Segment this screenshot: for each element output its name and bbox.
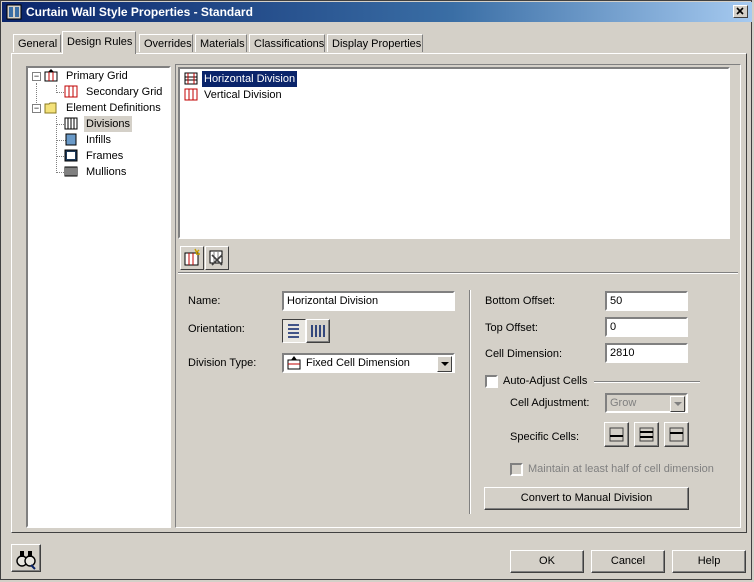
specific-cells-end-button[interactable] bbox=[664, 422, 689, 447]
cancel-button[interactable]: Cancel bbox=[591, 550, 665, 573]
style-browser-button[interactable] bbox=[11, 544, 41, 572]
tab-label: Classifications bbox=[254, 38, 325, 50]
list-item-label: Vertical Division bbox=[204, 89, 282, 101]
tree-item-mullions[interactable]: Mullions bbox=[64, 164, 154, 180]
cell-adjustment-value: Grow bbox=[610, 397, 637, 409]
collapse-icon[interactable]: − bbox=[32, 104, 41, 113]
tree-item-label: Mullions bbox=[86, 166, 127, 178]
bottom-offset-input[interactable]: 50 bbox=[605, 291, 688, 311]
convert-to-manual-division-button[interactable]: Convert to Manual Division bbox=[484, 487, 689, 510]
tab-display-properties[interactable]: Display Properties bbox=[327, 34, 423, 52]
tab-classifications[interactable]: Classifications bbox=[249, 34, 325, 52]
middle-cell-icon bbox=[639, 427, 654, 442]
tree-item-label: Frames bbox=[86, 150, 124, 162]
orientation-label: Orientation: bbox=[188, 323, 245, 335]
maintain-half-label: Maintain at least half of cell dimension bbox=[528, 463, 714, 475]
tree-item-label: Primary Grid bbox=[66, 70, 128, 82]
specific-cells-middle-button[interactable] bbox=[634, 422, 659, 447]
primary-grid-icon bbox=[44, 69, 58, 82]
list-item-vertical-division[interactable]: Vertical Division bbox=[184, 87, 384, 103]
tree-item-label: Secondary Grid bbox=[86, 86, 163, 98]
cell-dimension-input[interactable]: 2810 bbox=[605, 343, 688, 363]
division-type-label: Division Type: bbox=[188, 357, 257, 369]
delete-division-button[interactable] bbox=[205, 246, 229, 270]
secondary-grid-icon bbox=[64, 85, 78, 98]
tab-label: Materials bbox=[200, 38, 245, 50]
division-list[interactable]: Horizontal Division Vertical Division bbox=[178, 67, 730, 239]
chevron-down-icon[interactable] bbox=[437, 356, 452, 372]
tree-item-secondary-grid[interactable]: Secondary Grid bbox=[64, 84, 164, 100]
group-line bbox=[594, 381, 700, 383]
cell-adjustment-label: Cell Adjustment: bbox=[510, 397, 590, 409]
name-label: Name: bbox=[188, 295, 221, 307]
division-type-select[interactable]: Fixed Cell Dimension bbox=[282, 353, 455, 373]
tab-materials[interactable]: Materials bbox=[195, 34, 247, 52]
tree-item-label: Divisions bbox=[84, 116, 133, 132]
auto-adjust-checkbox[interactable] bbox=[485, 375, 498, 388]
top-offset-input[interactable]: 0 bbox=[605, 317, 688, 337]
element-tree[interactable]: − − Primary Grid Secondary Grid Element … bbox=[26, 66, 171, 528]
column-separator bbox=[469, 290, 471, 514]
binoculars-icon bbox=[16, 551, 36, 570]
folder-icon bbox=[44, 102, 57, 114]
tree-item-element-definitions[interactable]: Element Definitions bbox=[44, 100, 169, 116]
name-input[interactable]: Horizontal Division bbox=[282, 291, 455, 311]
tree-line bbox=[36, 83, 37, 103]
separator bbox=[178, 272, 738, 274]
tab-design-rules[interactable]: Design Rules bbox=[62, 31, 136, 54]
orientation-horizontal-button[interactable] bbox=[282, 319, 306, 343]
vertical-lines-icon bbox=[311, 325, 325, 337]
specific-cells-start-button[interactable] bbox=[604, 422, 629, 447]
new-division-button[interactable] bbox=[180, 246, 204, 270]
fixed-cell-dimension-icon bbox=[287, 356, 301, 370]
infills-icon bbox=[65, 133, 77, 146]
bottom-offset-label: Bottom Offset: bbox=[485, 295, 556, 307]
end-cell-icon bbox=[669, 427, 684, 442]
tree-item-infills[interactable]: Infills bbox=[64, 132, 154, 148]
tab-label: Design Rules bbox=[67, 36, 133, 48]
horizontal-lines-icon bbox=[288, 324, 299, 338]
chevron-down-icon bbox=[670, 396, 685, 412]
app-icon bbox=[6, 4, 22, 20]
divisions-icon bbox=[64, 117, 78, 130]
new-division-icon bbox=[184, 248, 200, 266]
dialog-window: Curtain Wall Style Properties - Standard… bbox=[0, 0, 752, 580]
tab-label: Overrides bbox=[144, 38, 192, 50]
window-title: Curtain Wall Style Properties - Standard bbox=[26, 5, 253, 19]
tree-item-frames[interactable]: Frames bbox=[64, 148, 154, 164]
close-button[interactable] bbox=[733, 5, 748, 18]
cell-dimension-label: Cell Dimension: bbox=[485, 348, 563, 360]
start-cell-icon bbox=[609, 427, 624, 442]
tree-item-label: Element Definitions bbox=[66, 102, 161, 114]
ok-button[interactable]: OK bbox=[510, 550, 584, 573]
orientation-vertical-button[interactable] bbox=[306, 319, 330, 343]
horizontal-division-icon bbox=[184, 72, 198, 85]
cell-adjustment-select: Grow bbox=[605, 393, 688, 413]
collapse-icon[interactable]: − bbox=[32, 72, 41, 81]
tab-panel: − − Primary Grid Secondary Grid Element … bbox=[11, 53, 747, 533]
tree-item-label: Infills bbox=[86, 134, 112, 146]
vertical-division-icon bbox=[184, 88, 198, 101]
division-type-value: Fixed Cell Dimension bbox=[306, 357, 410, 369]
list-item-horizontal-division[interactable]: Horizontal Division bbox=[184, 71, 384, 87]
tree-item-primary-grid[interactable]: Primary Grid bbox=[44, 68, 164, 84]
top-offset-label: Top Offset: bbox=[485, 322, 538, 334]
help-button[interactable]: Help bbox=[672, 550, 746, 573]
close-icon bbox=[736, 7, 744, 15]
tab-label: General bbox=[18, 38, 58, 50]
maintain-half-checkbox bbox=[510, 463, 523, 476]
delete-division-icon bbox=[209, 250, 223, 266]
mullions-icon bbox=[64, 166, 78, 177]
auto-adjust-label[interactable]: Auto-Adjust Cells bbox=[503, 375, 587, 387]
tab-general[interactable]: General bbox=[13, 34, 61, 52]
tab-label: Display Properties bbox=[332, 38, 422, 50]
tree-item-divisions[interactable]: Divisions bbox=[64, 116, 154, 132]
title-bar[interactable]: Curtain Wall Style Properties - Standard bbox=[2, 2, 752, 22]
list-item-label: Horizontal Division bbox=[202, 71, 298, 87]
specific-cells-label: Specific Cells: bbox=[510, 431, 580, 443]
tab-overrides[interactable]: Overrides bbox=[139, 34, 193, 52]
frames-icon bbox=[64, 149, 78, 162]
